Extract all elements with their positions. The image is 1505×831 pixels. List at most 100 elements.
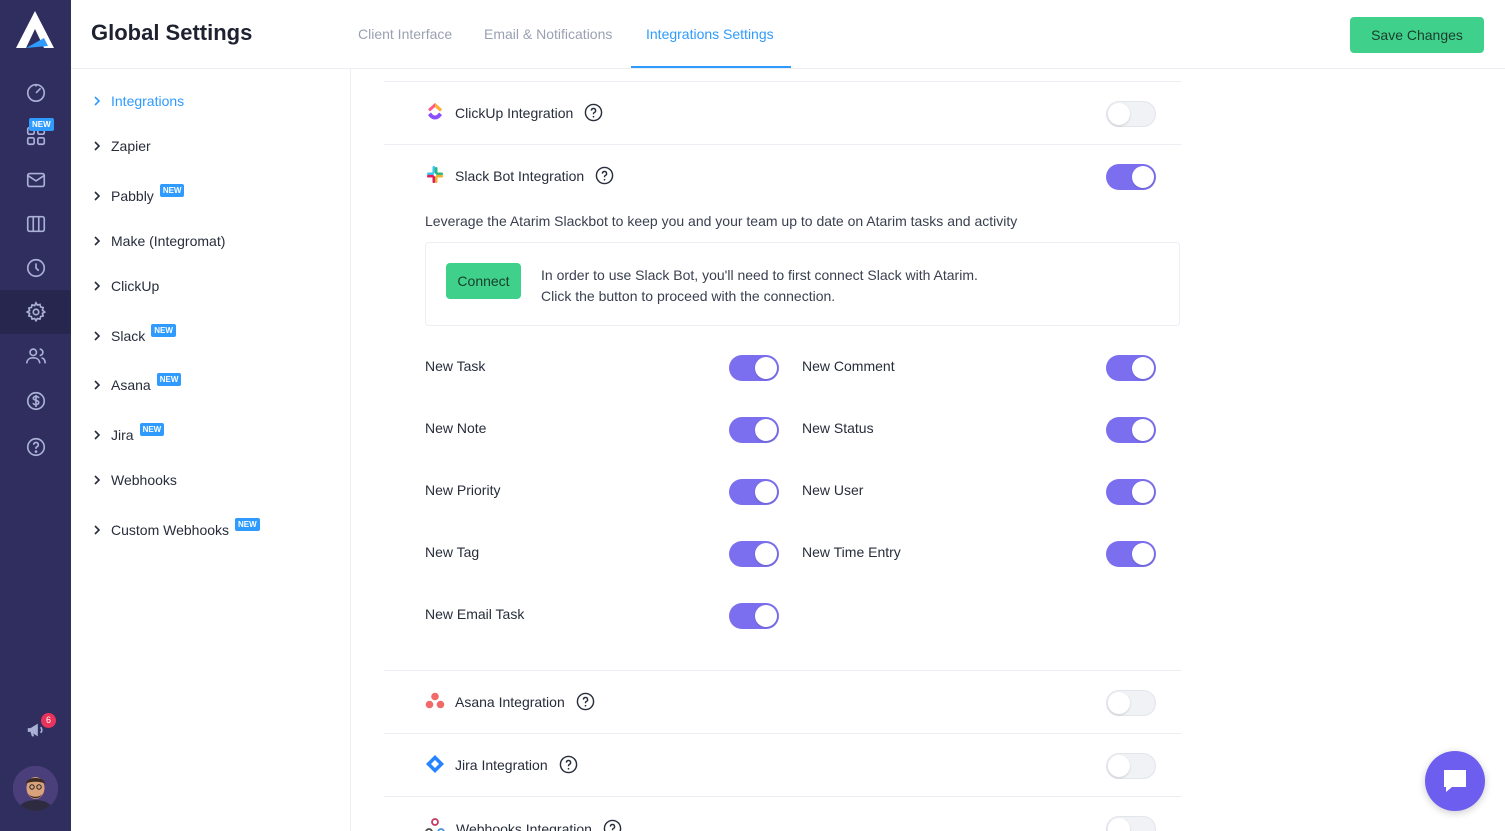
slack-logo-icon xyxy=(427,166,443,183)
event-toggle-new-time-entry[interactable] xyxy=(1106,541,1156,567)
help-icon[interactable] xyxy=(603,819,622,831)
help-icon[interactable] xyxy=(576,692,595,711)
asana-logo-icon xyxy=(425,692,445,709)
webhook-logo-icon xyxy=(425,818,445,831)
mail-icon[interactable] xyxy=(0,158,71,202)
users-icon[interactable] xyxy=(0,334,71,378)
event-toggle-new-tag[interactable] xyxy=(729,541,779,567)
event-label-new-note: New Note xyxy=(425,420,487,436)
toggle-knob xyxy=(755,605,777,627)
slack-connect-panel: Connect In order to use Slack Bot, you'l… xyxy=(425,242,1180,326)
connect-instructions: In order to use Slack Bot, you'll need t… xyxy=(541,265,978,307)
sidebar-item-jira[interactable]: Jira NEW xyxy=(91,422,165,443)
event-label-new-status: New Status xyxy=(802,420,874,436)
divider xyxy=(384,796,1181,797)
help-icon[interactable] xyxy=(559,755,578,774)
event-label-new-tag: New Tag xyxy=(425,544,480,560)
clock-icon[interactable] xyxy=(0,246,71,290)
slack-integration-title: Slack Bot Integration xyxy=(455,166,614,185)
sidebar-item-pabbly[interactable]: Pabbly NEW xyxy=(91,183,185,204)
toggle-knob xyxy=(1132,481,1154,503)
event-toggle-new-task[interactable] xyxy=(729,355,779,381)
divider xyxy=(384,733,1181,734)
tab-integrations-settings[interactable]: Integrations Settings xyxy=(646,26,774,42)
tab-client-interface[interactable]: Client Interface xyxy=(358,26,452,42)
sidebar-item-zapier[interactable]: Zapier xyxy=(91,138,151,154)
connect-button[interactable]: Connect xyxy=(446,263,521,299)
clickup-logo-icon xyxy=(428,103,442,120)
chevron-right-icon xyxy=(94,475,101,485)
settings-sidebar: Integrations Zapier Pabbly NEW Make (Int… xyxy=(71,69,351,831)
atarim-logo[interactable] xyxy=(14,10,56,50)
page-header: Global Settings Client Interface Email &… xyxy=(71,0,1505,69)
dashboard-icon[interactable] xyxy=(0,70,71,114)
board-icon[interactable] xyxy=(0,202,71,246)
toggle-knob xyxy=(1132,419,1154,441)
chevron-right-icon xyxy=(94,141,101,151)
toggle-knob xyxy=(1108,818,1130,831)
sidebar-item-webhooks[interactable]: Webhooks xyxy=(91,472,177,488)
dollar-icon[interactable] xyxy=(0,379,71,423)
sidebar-item-label: ClickUp xyxy=(111,278,160,294)
toggle-knob xyxy=(755,357,777,379)
help-icon[interactable] xyxy=(0,425,71,469)
chevron-right-icon xyxy=(94,236,101,246)
toggle-knob xyxy=(1132,166,1154,188)
notification-count-badge: 6 xyxy=(41,713,56,728)
chat-support-button[interactable] xyxy=(1425,751,1485,811)
sidebar-item-label: Jira xyxy=(111,427,134,443)
new-badge: NEW xyxy=(29,118,54,131)
jira-logo-icon xyxy=(426,755,444,773)
help-icon[interactable] xyxy=(584,103,603,122)
sidebar-item-label: Slack xyxy=(111,328,146,344)
event-label-new-priority: New Priority xyxy=(425,482,501,498)
toggle-knob xyxy=(755,481,777,503)
new-badge: NEW xyxy=(151,323,176,337)
event-toggle-new-user[interactable] xyxy=(1106,479,1156,505)
webhooks-integration-toggle[interactable] xyxy=(1106,816,1156,831)
toggle-knob xyxy=(1108,755,1130,777)
sidebar-item-make[interactable]: Make (Integromat) xyxy=(91,233,225,249)
new-badge: NEW xyxy=(139,422,165,436)
toggle-knob xyxy=(1108,103,1130,125)
event-toggle-new-note[interactable] xyxy=(729,417,779,443)
event-toggle-new-status[interactable] xyxy=(1106,417,1156,443)
new-badge: NEW xyxy=(235,517,260,531)
integrations-panel: ClickUp Integration Slack Bot Integratio… xyxy=(351,69,1505,831)
event-toggle-new-comment[interactable] xyxy=(1106,355,1156,381)
new-badge: NEW xyxy=(159,183,185,197)
jira-integration-toggle[interactable] xyxy=(1106,753,1156,779)
help-icon[interactable] xyxy=(595,166,614,185)
jira-integration-label: Jira Integration xyxy=(455,756,548,773)
chevron-right-icon xyxy=(94,191,101,201)
event-toggle-new-priority[interactable] xyxy=(729,479,779,505)
avatar[interactable] xyxy=(13,766,58,811)
jira-integration-title: Jira Integration xyxy=(455,755,578,774)
connect-instructions-line: In order to use Slack Bot, you'll need t… xyxy=(541,267,978,283)
sidebar-item-clickup[interactable]: ClickUp xyxy=(91,278,159,294)
webhooks-integration-title: Webhooks Integration xyxy=(456,819,622,831)
megaphone-icon[interactable] xyxy=(0,708,71,752)
sidebar-item-integrations[interactable]: Integrations xyxy=(91,93,184,109)
clickup-integration-title: ClickUp Integration xyxy=(455,103,603,122)
toggle-knob xyxy=(755,543,777,565)
sidebar-item-asana[interactable]: Asana NEW xyxy=(91,372,182,393)
chevron-right-icon xyxy=(94,525,101,535)
new-badge: NEW xyxy=(156,372,182,386)
gear-icon[interactable] xyxy=(0,290,71,334)
sidebar-item-label: Make (Integromat) xyxy=(111,233,226,249)
asana-integration-toggle[interactable] xyxy=(1106,690,1156,716)
toggle-knob xyxy=(1132,357,1154,379)
connect-instructions-line: Click the button to proceed with the con… xyxy=(541,288,836,304)
sidebar-item-custom-webhooks[interactable]: Custom Webhooks NEW xyxy=(91,517,260,538)
chat-bubble-icon xyxy=(1444,770,1466,792)
event-toggle-new-email-task[interactable] xyxy=(729,603,779,629)
slack-integration-toggle[interactable] xyxy=(1106,164,1156,190)
tab-email-notifications[interactable]: Email & Notifications xyxy=(484,26,612,42)
save-changes-button[interactable]: Save Changes xyxy=(1350,17,1484,53)
sidebar-item-slack[interactable]: Slack NEW xyxy=(91,323,176,344)
clickup-integration-toggle[interactable] xyxy=(1106,101,1156,127)
divider xyxy=(384,670,1181,671)
chevron-right-icon xyxy=(94,331,101,341)
event-label-new-time-entry: New Time Entry xyxy=(802,544,901,560)
